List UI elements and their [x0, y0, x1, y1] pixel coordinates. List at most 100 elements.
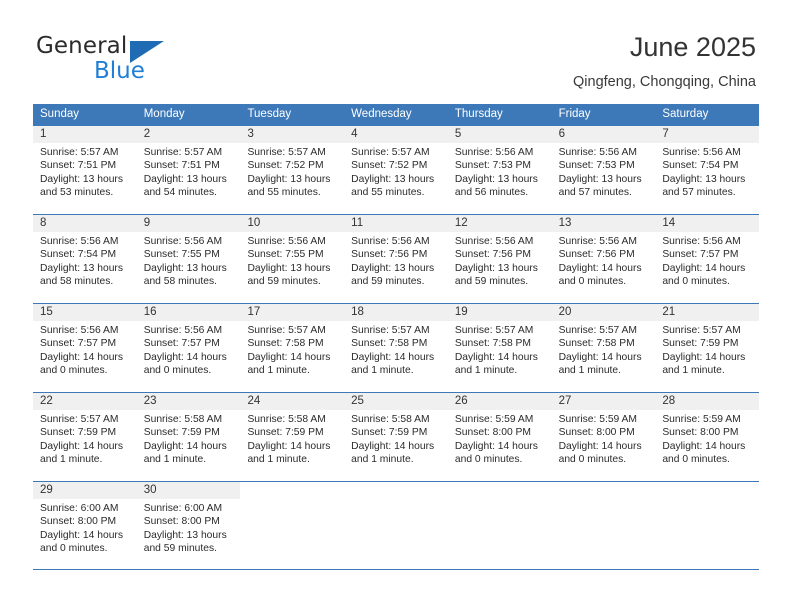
day-sunrise: Sunrise: 6:00 AM [40, 503, 119, 514]
day-number: 24 [247, 395, 261, 407]
day-cell-13[interactable]: 13 Sunrise: 5:56 AM Sunset: 7:56 PM Dayligh… [551, 215, 656, 303]
day-cell-19[interactable]: 19 Sunrise: 5:57 AM Sunset: 7:58 PM Dayligh… [447, 304, 552, 392]
day-daylight-line2: and 1 minute. [662, 365, 725, 377]
calendar-week-row: 22 Sunrise: 5:57 AM Sunset: 7:59 PM Dayligh… [33, 392, 760, 481]
day-daylight-line1: Daylight: 13 hours [558, 173, 642, 185]
day-sunset: Sunset: 7:52 PM [351, 160, 428, 172]
day-number: 12 [454, 217, 468, 229]
day-cell-15[interactable]: 15 Sunrise: 5:56 AM Sunset: 7:57 PM Dayligh… [33, 304, 137, 392]
day-cell-10[interactable]: 10 Sunrise: 5:56 AM Sunset: 7:55 PM Dayligh… [240, 215, 345, 303]
day-cell-2[interactable]: 2 Sunrise: 5:57 AM Sunset: 7:51 PM Daylight… [136, 126, 241, 214]
day-sunrise: Sunrise: 5:56 AM [454, 147, 534, 158]
day-number-band [240, 482, 344, 499]
day-number-band: 10 [240, 215, 345, 232]
day-info: Sunrise: 5:57 AM Sunset: 7:52 PM Daylight:… [240, 143, 344, 200]
day-daylight-line2: and 58 minutes. [143, 276, 217, 288]
day-sunset: Sunset: 8:00 PM [143, 516, 220, 528]
day-cell-22[interactable]: 22 Sunrise: 5:57 AM Sunset: 7:59 PM Dayligh… [33, 393, 137, 481]
day-sunset: Sunset: 7:57 PM [662, 249, 739, 261]
day-sunrise: Sunrise: 5:59 AM [558, 414, 638, 425]
day-sunset: Sunset: 7:58 PM [351, 338, 428, 350]
day-cell-25[interactable]: 25 Sunrise: 5:58 AM Sunset: 7:59 PM Dayligh… [344, 393, 448, 481]
day-sunrise: Sunrise: 5:56 AM [454, 236, 534, 247]
day-number-band: 7 [655, 126, 760, 143]
weekday-header-saturday: Saturday [662, 108, 709, 120]
day-sunset: Sunset: 7:58 PM [247, 338, 324, 350]
day-cell-11[interactable]: 11 Sunrise: 5:56 AM Sunset: 7:56 PM Dayligh… [344, 215, 448, 303]
day-number: 20 [558, 306, 572, 318]
day-number: 15 [40, 306, 53, 318]
day-number-band: 11 [344, 215, 448, 232]
calendar-week-row: 15 Sunrise: 5:56 AM Sunset: 7:57 PM Dayligh… [33, 303, 760, 392]
day-daylight-line1: Daylight: 14 hours [40, 440, 123, 452]
day-info: Sunrise: 5:57 AM Sunset: 7:52 PM Daylight:… [344, 143, 448, 200]
day-sunrise: Sunrise: 5:56 AM [662, 236, 741, 247]
day-sunset: Sunset: 7:52 PM [247, 160, 324, 172]
day-cell-9[interactable]: 9 Sunrise: 5:56 AM Sunset: 7:55 PM Daylight… [136, 215, 241, 303]
day-number-band: 3 [240, 126, 345, 143]
day-info: Sunrise: 5:56 AM Sunset: 7:57 PM Daylight:… [137, 321, 241, 378]
day-daylight-line1: Daylight: 14 hours [454, 351, 538, 363]
day-number-band: 23 [136, 393, 241, 410]
day-cell-21[interactable]: 21 Sunrise: 5:57 AM Sunset: 7:59 PM Dayligh… [655, 304, 760, 392]
day-daylight-line2: and 1 minute. [40, 454, 103, 466]
day-daylight-line2: and 59 minutes. [454, 276, 529, 288]
day-cell-23[interactable]: 23 Sunrise: 5:58 AM Sunset: 7:59 PM Dayligh… [136, 393, 241, 481]
day-daylight-line1: Daylight: 14 hours [143, 351, 227, 363]
weekday-header-wednesday: Wednesday [351, 108, 412, 120]
day-info: Sunrise: 5:57 AM Sunset: 7:58 PM Daylight:… [240, 321, 344, 378]
day-info: Sunrise: 5:58 AM Sunset: 7:59 PM Daylight:… [137, 410, 241, 467]
day-cell-17[interactable]: 17 Sunrise: 5:57 AM Sunset: 7:58 PM Dayligh… [240, 304, 345, 392]
day-sunset: Sunset: 7:56 PM [558, 249, 635, 261]
day-cell-20[interactable]: 20 Sunrise: 5:57 AM Sunset: 7:58 PM Dayligh… [551, 304, 656, 392]
day-sunset: Sunset: 7:56 PM [454, 249, 532, 261]
page-subtitle: Qingfeng, Chongqing, China [573, 74, 756, 90]
day-cell-5[interactable]: 5 Sunrise: 5:56 AM Sunset: 7:53 PM Daylight… [447, 126, 552, 214]
day-number: 5 [454, 128, 462, 140]
day-sunset: Sunset: 7:54 PM [40, 249, 117, 261]
day-cell-30[interactable]: 30 Sunrise: 6:00 AM Sunset: 8:00 PM Dayligh… [136, 482, 241, 569]
day-sunset: Sunset: 7:51 PM [143, 160, 220, 172]
day-number: 1 [40, 128, 47, 140]
day-number-band: 14 [655, 215, 760, 232]
day-cell-29[interactable]: 29 Sunrise: 6:00 AM Sunset: 8:00 PM Dayligh… [33, 482, 137, 569]
day-cell-16[interactable]: 16 Sunrise: 5:56 AM Sunset: 7:57 PM Dayligh… [136, 304, 241, 392]
day-cell-12[interactable]: 12 Sunrise: 5:56 AM Sunset: 7:56 PM Dayligh… [447, 215, 552, 303]
day-info: Sunrise: 5:56 AM Sunset: 7:56 PM Daylight:… [344, 232, 448, 289]
day-daylight-line1: Daylight: 13 hours [143, 262, 227, 274]
day-cell-18[interactable]: 18 Sunrise: 5:57 AM Sunset: 7:58 PM Dayligh… [344, 304, 448, 392]
day-info: Sunrise: 6:00 AM Sunset: 8:00 PM Daylight:… [33, 499, 137, 556]
day-number-band: 21 [655, 304, 760, 321]
day-cell-14[interactable]: 14 Sunrise: 5:56 AM Sunset: 7:57 PM Dayligh… [655, 215, 760, 303]
day-cell-empty [344, 482, 448, 569]
day-number: 7 [662, 128, 669, 140]
day-number-band: 22 [33, 393, 137, 410]
day-cell-3[interactable]: 3 Sunrise: 5:57 AM Sunset: 7:52 PM Daylight… [240, 126, 345, 214]
day-cell-4[interactable]: 4 Sunrise: 5:57 AM Sunset: 7:52 PM Daylight… [344, 126, 448, 214]
day-number: 29 [40, 484, 53, 496]
day-cell-28[interactable]: 28 Sunrise: 5:59 AM Sunset: 8:00 PM Dayligh… [655, 393, 760, 481]
day-number: 16 [143, 306, 157, 318]
day-daylight-line2: and 1 minute. [454, 365, 518, 377]
title-block: June 2025 Qingfeng, Chongqing, China [573, 30, 756, 91]
day-cell-27[interactable]: 27 Sunrise: 5:59 AM Sunset: 8:00 PM Dayligh… [551, 393, 656, 481]
day-sunrise: Sunrise: 5:56 AM [40, 325, 119, 336]
day-info: Sunrise: 5:56 AM Sunset: 7:57 PM Daylight:… [33, 321, 137, 378]
day-sunset: Sunset: 7:59 PM [662, 338, 739, 350]
day-cell-7[interactable]: 7 Sunrise: 5:56 AM Sunset: 7:54 PM Daylight… [655, 126, 760, 214]
day-cell-empty [240, 482, 344, 569]
day-sunrise: Sunrise: 5:57 AM [247, 325, 326, 336]
day-sunset: Sunset: 7:53 PM [558, 160, 635, 172]
day-cell-24[interactable]: 24 Sunrise: 5:58 AM Sunset: 7:59 PM Dayligh… [240, 393, 345, 481]
day-daylight-line2: and 57 minutes. [662, 187, 736, 199]
day-daylight-line2: and 1 minute. [247, 365, 310, 377]
day-cell-8[interactable]: 8 Sunrise: 5:56 AM Sunset: 7:54 PM Daylight… [33, 215, 137, 303]
day-daylight-line2: and 56 minutes. [454, 187, 529, 199]
day-sunrise: Sunrise: 5:57 AM [454, 325, 534, 336]
day-number: 26 [454, 395, 468, 407]
day-cell-1[interactable]: 1 Sunrise: 5:57 AM Sunset: 7:51 PM Daylight… [33, 126, 137, 214]
day-cell-26[interactable]: 26 Sunrise: 5:59 AM Sunset: 8:00 PM Dayligh… [447, 393, 552, 481]
day-cell-6[interactable]: 6 Sunrise: 5:56 AM Sunset: 7:53 PM Daylight… [551, 126, 656, 214]
day-sunrise: Sunrise: 5:58 AM [351, 414, 430, 425]
page-title: June 2025 [629, 32, 756, 62]
